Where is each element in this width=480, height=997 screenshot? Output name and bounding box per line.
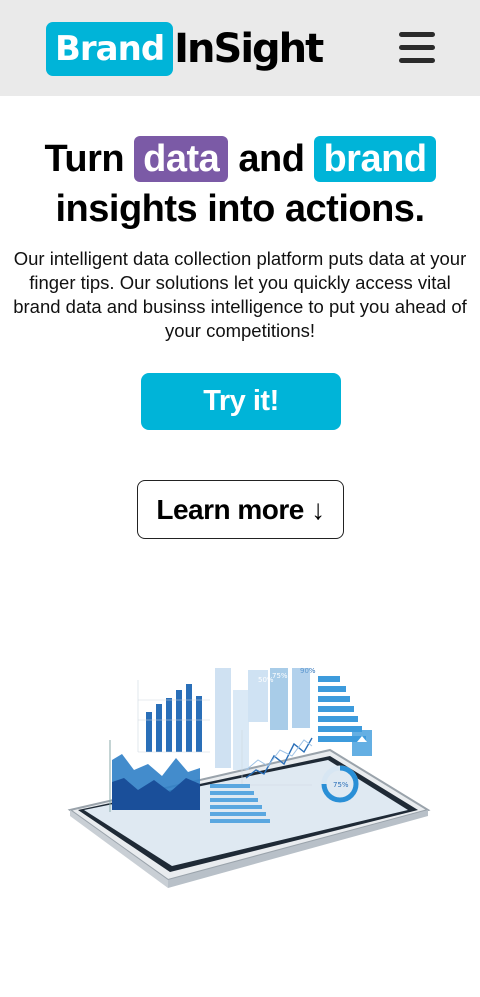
- menu-bar-top: [399, 32, 435, 37]
- menu-bar-bottom: [399, 58, 435, 63]
- label-seventy-five: 75%: [272, 672, 288, 680]
- hamburger-menu-icon[interactable]: [399, 31, 435, 65]
- label-gauge: 75%: [333, 781, 349, 789]
- tablet-analytics-illustration: 50% 75% 90% 75%: [67, 667, 431, 888]
- logo-insight-text: InSight: [174, 26, 324, 72]
- logo-brand-box: Brand: [46, 22, 174, 76]
- headline-line-two: insights into actions.: [55, 188, 425, 230]
- brand-logo[interactable]: Brand InSight: [46, 22, 324, 76]
- try-it-button[interactable]: Try it!: [141, 373, 341, 430]
- learn-more-button[interactable]: Learn more ↓: [137, 480, 344, 539]
- headline-turn: Turn: [44, 138, 125, 180]
- hero-description: Our intelligent data collection platform…: [13, 248, 467, 341]
- headline-data-pill: data: [134, 136, 229, 182]
- hero-headline: Turn data and brand insights into action…: [0, 134, 480, 234]
- headline-and: and: [238, 138, 305, 180]
- site-header: Brand InSight: [0, 0, 480, 96]
- menu-bar-middle: [399, 45, 435, 50]
- headline-brand-pill: brand: [314, 136, 436, 182]
